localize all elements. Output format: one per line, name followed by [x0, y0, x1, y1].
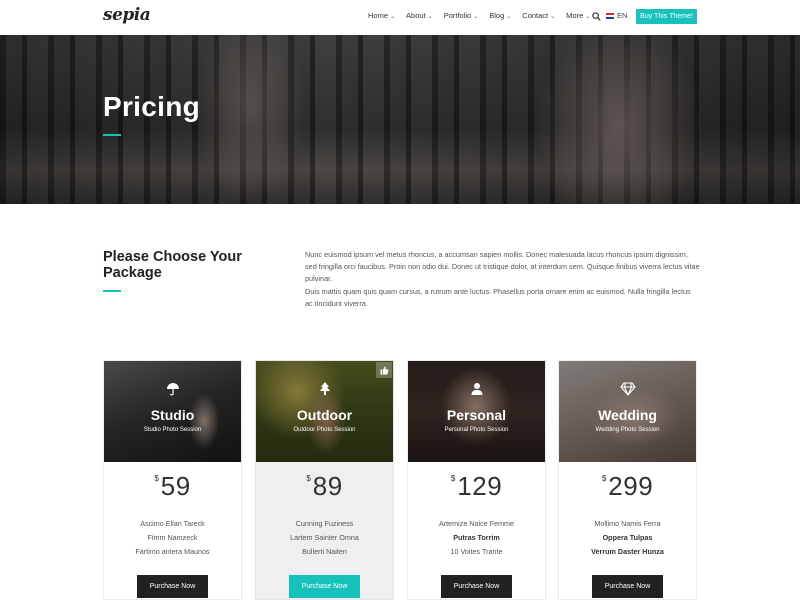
search-icon[interactable] — [592, 12, 601, 21]
section-divider — [103, 290, 121, 292]
card-image: Studio Studio Photo Session — [104, 361, 241, 462]
nav-item-label: About — [406, 11, 426, 20]
plan-feature: Bullerti Naiten — [302, 547, 347, 556]
card-image: Wedding Wedding Photo Session — [559, 361, 696, 462]
plan-feature: Mollimo Namis Ferra — [594, 519, 661, 528]
plan-price: $89 — [256, 471, 393, 502]
buy-theme-button[interactable]: Buy This Theme! — [636, 9, 697, 24]
nav-item-home[interactable]: Home ⌄ — [368, 11, 395, 20]
site-header: sepia Home ⌄ About ⌄ Portfolio ⌄ Blog ⌄ Cont… — [0, 0, 800, 35]
plan-feature: Oppera Tulpas — [602, 533, 653, 542]
nav-item-label: Home — [368, 11, 389, 20]
nav-item-contact[interactable]: Contact ⌄ — [522, 11, 555, 20]
page-title: Pricing — [103, 91, 201, 122]
plan-name: Wedding — [598, 407, 657, 423]
nav-item-label: Blog — [489, 11, 505, 20]
chevron-down-icon: ⌄ — [390, 14, 396, 20]
plan-feature: Ascimo Ellan Tareck — [140, 519, 205, 528]
plan-feature: Putras Torrim — [453, 533, 500, 542]
price-amount: 89 — [312, 471, 343, 501]
card-image: Personal Personal Photo Session — [408, 361, 545, 462]
intro-paragraph: Duis mattis quam quis quam cursus, a rut… — [305, 287, 691, 308]
plan-feature: Fartimo antera Maunos — [135, 547, 210, 556]
nav-item-about[interactable]: About ⌄ — [406, 11, 433, 20]
purchase-button[interactable]: Purchase Now — [137, 575, 208, 598]
price-amount: 299 — [608, 471, 654, 501]
page-hero: Pricing — [0, 35, 800, 204]
tree-icon — [256, 382, 393, 401]
diamond-icon — [559, 382, 696, 401]
section-title: Please Choose Your Package — [103, 249, 242, 281]
plan-price: $129 — [408, 471, 545, 502]
main-nav: Home ⌄ About ⌄ Portfolio ⌄ Blog ⌄ Contact ⌄ M… — [368, 11, 601, 20]
plan-feature: Verrum Daster Hunza — [591, 547, 664, 556]
chevron-down-icon: ⌄ — [550, 14, 556, 20]
language-label: EN — [617, 11, 628, 20]
umbrella-icon — [104, 382, 241, 401]
plan-name: Studio — [150, 407, 195, 423]
currency: $ — [450, 474, 456, 483]
currency: $ — [154, 474, 159, 483]
plan-feature: Lartem Sainter Omna — [290, 533, 359, 542]
plan-subtitle: Studio Photo Session — [143, 427, 202, 433]
flag-icon — [606, 12, 614, 19]
nav-item-label: Contact — [522, 11, 549, 20]
nav-item-more[interactable]: More ⌄ — [566, 11, 590, 20]
plan-feature: Artemize Naice Femme — [438, 519, 515, 528]
purchase-button[interactable]: Purchase Now — [441, 575, 512, 598]
site-logo[interactable]: sepia — [103, 5, 151, 25]
intro-paragraph: Nunc euismod ipsum vel metus rhoncus, a … — [305, 250, 700, 283]
nav-item-label: Portfolio — [443, 11, 472, 20]
chevron-down-icon: ⌄ — [585, 14, 591, 20]
nav-item-portfolio[interactable]: Portfolio ⌄ — [444, 11, 479, 20]
chevron-down-icon: ⌄ — [473, 14, 479, 20]
plan-name: Personal — [446, 407, 507, 423]
user-icon — [408, 382, 545, 401]
plan-name: Outdoor — [296, 407, 353, 423]
plan-feature: 10 Voites Trante — [450, 547, 503, 556]
plan-price: $299 — [559, 471, 696, 502]
price-amount: 129 — [457, 471, 503, 501]
nav-item-blog[interactable]: Blog ⌄ — [489, 11, 511, 20]
pricing-card-outdoor: Outdoor Outdoor Photo Session $89 Cunnin… — [255, 360, 394, 600]
language-switcher[interactable]: EN — [606, 11, 627, 20]
plan-feature: Cunning Fuziness — [295, 519, 354, 528]
plan-subtitle: Outdoor Photo Session — [293, 427, 356, 433]
plan-subtitle: Personal Photo Session — [444, 427, 509, 433]
pricing-card-wedding: Wedding Wedding Photo Session $299 Molli… — [558, 360, 697, 600]
card-image: Outdoor Outdoor Photo Session — [256, 361, 393, 462]
pricing-card-studio: Studio Studio Photo Session $59 Ascimo E… — [103, 360, 242, 600]
plan-subtitle: Wedding Photo Session — [595, 427, 660, 433]
pricing-card-personal: Personal Personal Photo Session $129 Art… — [407, 360, 546, 600]
purchase-button[interactable]: Purchase Now — [289, 575, 360, 598]
currency: $ — [306, 474, 311, 483]
plan-price: $59 — [104, 471, 241, 502]
thumbs-up-icon — [376, 362, 392, 378]
purchase-button[interactable]: Purchase Now — [592, 575, 663, 598]
plan-feature: Fitrim Namzeck — [147, 533, 198, 542]
title-divider — [103, 134, 121, 136]
currency: $ — [601, 474, 607, 483]
price-amount: 59 — [160, 471, 191, 501]
nav-item-label: More — [566, 11, 584, 20]
chevron-down-icon: ⌄ — [506, 14, 512, 20]
chevron-down-icon: ⌄ — [427, 14, 433, 20]
